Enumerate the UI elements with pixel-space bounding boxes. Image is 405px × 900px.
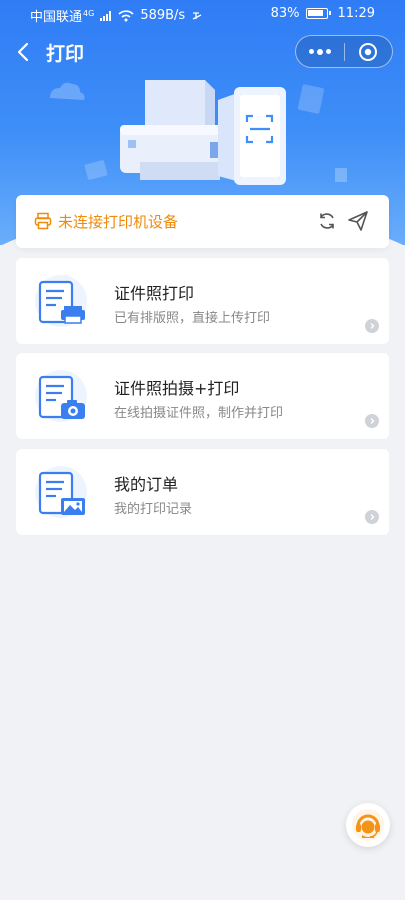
network-type: 4G [83,8,95,18]
chevron-right-icon [365,414,379,428]
printer-phone-illustration [50,80,347,185]
printer-icon [34,212,52,230]
printer-status-card: 未连接打印机设备 [16,195,389,248]
document-image-icon [35,466,87,518]
network-speed: 589B/s [140,8,186,23]
clock: 11:29 [337,6,375,21]
customer-service-icon [352,809,384,841]
page-title: 打印 [46,43,85,65]
signal-icon [100,10,112,21]
document-printer-icon [35,275,87,327]
battery-icon [305,8,331,19]
target-close-icon [359,42,378,61]
paper-plane-icon[interactable] [347,210,369,232]
status-bar: 中国联通 4G 589B/s 83% 11:29 [0,0,405,28]
more-button[interactable] [296,36,344,67]
battery-percent: 83% [270,6,300,21]
menu-item-subtitle: 我的打印记录 [114,502,193,517]
menu-item-title: 我的订单 [114,475,179,494]
back-arrow-icon[interactable] [14,38,34,66]
wifi-icon [118,9,134,21]
menu-item-id-photo-print[interactable]: 证件照打印 已有排版照，直接上传打印 [16,258,389,344]
chevron-right-icon [365,510,379,524]
chevron-right-icon [365,319,379,333]
refresh-icon[interactable] [317,211,337,231]
close-button[interactable] [344,36,392,67]
menu-item-my-orders[interactable]: 我的订单 我的打印记录 [16,449,389,535]
notification-icon [192,11,202,20]
mini-program-capsule [295,35,393,68]
customer-service-button[interactable] [346,803,390,847]
menu-item-id-photo-shoot-print[interactable]: 证件照拍摄+打印 在线拍摄证件照，制作并打印 [16,353,389,439]
carrier-name: 中国联通 [30,10,83,25]
document-camera-icon [35,370,87,422]
more-dots-icon [308,49,314,54]
menu-item-subtitle: 在线拍摄证件照，制作并打印 [114,406,284,421]
nav-bar: 打印 [0,34,405,70]
menu-item-title: 证件照打印 [114,284,195,303]
printer-status-text: 未连接打印机设备 [58,213,179,231]
menu-item-subtitle: 已有排版照，直接上传打印 [114,311,271,326]
menu-item-title: 证件照拍摄+打印 [114,379,240,398]
